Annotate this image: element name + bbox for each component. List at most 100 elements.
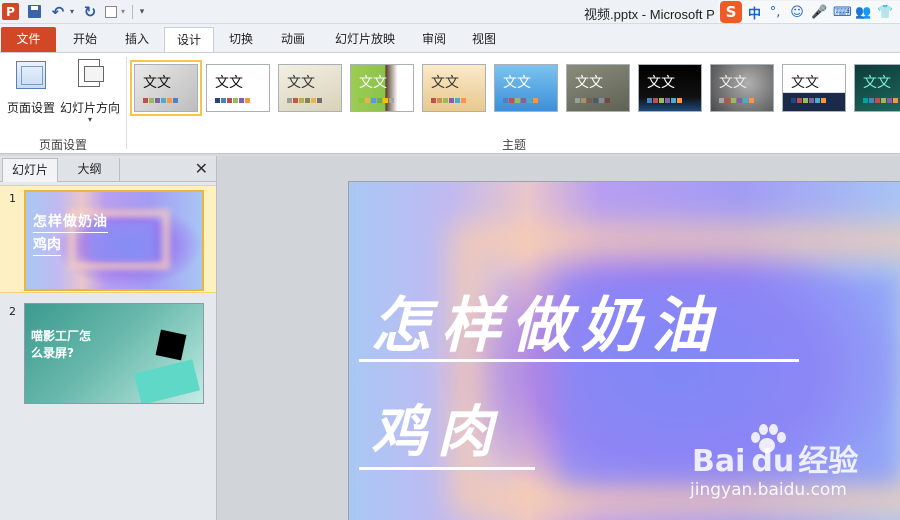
color-swatch <box>293 98 298 103</box>
slide-thumbnail-row[interactable]: 1 怎样做奶油 鸡肉 <box>0 185 216 293</box>
color-swatch <box>671 98 676 103</box>
slide-orientation-label: 幻灯片方向 <box>59 101 120 115</box>
undo-button[interactable]: ↶ <box>50 3 66 21</box>
color-swatch <box>233 98 238 103</box>
color-swatch <box>665 98 670 103</box>
theme-sample-text: 文文 <box>215 75 243 91</box>
save-button[interactable] <box>26 3 42 20</box>
color-swatch <box>581 98 586 103</box>
color-swatch <box>287 98 292 103</box>
slide-orientation-button[interactable]: 幻灯片方向 ▾ <box>58 57 122 127</box>
tab-view[interactable]: 视图 <box>460 27 508 52</box>
customize-quick-access-button[interactable]: ▾ <box>136 3 148 20</box>
color-swatch <box>719 98 724 103</box>
color-swatch <box>587 98 592 103</box>
color-swatch <box>515 98 520 103</box>
color-swatch <box>443 98 448 103</box>
keyboard-icon[interactable]: ⌨ <box>833 5 852 20</box>
page-setup-button[interactable]: 页面设置 <box>2 57 60 127</box>
theme-thumbnail[interactable]: 文文 <box>350 64 414 112</box>
color-swatch <box>725 98 730 103</box>
theme-thumbnail[interactable]: 文文 <box>854 64 900 112</box>
page-setup-label: 页面设置 <box>6 101 55 115</box>
color-swatch <box>227 98 232 103</box>
ime-language-toggle[interactable]: 中 <box>748 3 761 22</box>
theme-thumbnail[interactable]: 文文 <box>638 64 702 112</box>
group-divider <box>126 57 127 149</box>
redo-button[interactable]: ↻ <box>82 3 98 21</box>
close-icon[interactable]: ✕ <box>195 159 208 178</box>
slide-title-line[interactable]: 怎样做奶油 <box>371 277 721 364</box>
tab-outline[interactable]: 大纲 <box>60 158 120 182</box>
theme-sample-text: 文文 <box>143 75 171 91</box>
skin-icon[interactable]: 👕 <box>877 5 893 20</box>
theme-thumbnail[interactable]: 文文 <box>782 64 846 112</box>
theme-color-swatches <box>863 98 898 103</box>
theme-thumbnail[interactable]: 文文 <box>130 60 202 116</box>
sogou-input-icon[interactable]: S <box>720 1 742 23</box>
tab-slide-show[interactable]: 幻灯片放映 <box>322 27 408 52</box>
theme-thumbnail[interactable]: 文文 <box>566 64 630 112</box>
theme-thumbnail[interactable]: 文文 <box>206 64 270 112</box>
tab-review[interactable]: 审阅 <box>412 27 456 52</box>
blank-page-icon <box>105 5 117 18</box>
theme-color-swatches <box>647 98 682 103</box>
color-swatch <box>821 98 826 103</box>
theme-color-swatches <box>575 98 610 103</box>
tab-slides[interactable]: 幻灯片 <box>2 158 58 182</box>
color-swatch <box>659 98 664 103</box>
color-swatch <box>359 98 364 103</box>
tab-design[interactable]: 设计 <box>164 27 214 53</box>
color-swatch <box>887 98 892 103</box>
tab-home[interactable]: 开始 <box>60 27 110 52</box>
ribbon-panel: 页面设置 幻灯片方向 ▾ 页面设置 文文 文文 文文 文文 文文 文文 文文 文文 文文 文文 文文… <box>0 52 900 154</box>
baidu-watermark: Bai du 经验 jingyan.baidu.com <box>688 418 900 504</box>
theme-thumbnail[interactable]: 文文 <box>710 64 774 112</box>
theme-sample-text: 文文 <box>287 75 315 91</box>
slide-thumbnail[interactable]: 喵影工厂怎 么录屏? <box>24 303 204 404</box>
theme-thumbnail[interactable]: 文文 <box>494 64 558 112</box>
user-icon[interactable]: 👥 <box>855 5 871 20</box>
slide-title-line[interactable]: 鸡肉 <box>371 387 503 468</box>
theme-sample-text: 文文 <box>359 75 387 91</box>
tab-animations[interactable]: 动画 <box>268 27 318 52</box>
tab-transitions[interactable]: 切换 <box>218 27 264 52</box>
color-swatch <box>431 98 436 103</box>
slide-thumbnail-row[interactable]: 2 喵影工厂怎 么录屏? <box>0 299 216 407</box>
new-slide-button[interactable] <box>104 3 118 20</box>
color-swatch <box>371 98 376 103</box>
tab-file[interactable]: 文件 <box>1 27 56 52</box>
color-swatch <box>437 98 442 103</box>
color-swatch <box>593 98 598 103</box>
themes-group-label: 主题 <box>501 138 526 152</box>
punctuation-icon[interactable]: °, <box>767 5 783 20</box>
thumbnail-title-line: 么录屏? <box>31 346 74 360</box>
microphone-icon[interactable]: 🎤 <box>811 5 827 20</box>
theme-color-swatches <box>143 98 178 103</box>
color-swatch <box>239 98 244 103</box>
theme-thumbnail[interactable]: 文文 <box>422 64 486 112</box>
emoji-icon[interactable]: ☺ <box>789 5 805 20</box>
color-swatch <box>305 98 310 103</box>
chevron-down-icon: ▾ <box>87 115 92 124</box>
theme-color-swatches <box>503 98 538 103</box>
new-dropdown-arrow-icon[interactable]: ▾ <box>119 3 127 20</box>
color-swatch <box>377 98 382 103</box>
color-swatch <box>245 98 250 103</box>
color-swatch <box>317 98 322 103</box>
color-swatch <box>869 98 874 103</box>
save-icon <box>27 5 41 18</box>
color-swatch <box>749 98 754 103</box>
color-swatch <box>383 98 388 103</box>
theme-thumbnail[interactable]: 文文 <box>278 64 342 112</box>
undo-dropdown-arrow-icon[interactable]: ▾ <box>68 3 76 20</box>
tab-insert[interactable]: 插入 <box>114 27 160 52</box>
theme-color-swatches <box>359 98 394 103</box>
color-swatch <box>461 98 466 103</box>
color-swatch <box>533 98 538 103</box>
color-swatch <box>389 98 394 103</box>
pane-tab-bar: 幻灯片 大纲 ✕ <box>0 156 216 182</box>
slide-thumbnail[interactable]: 怎样做奶油 鸡肉 <box>24 190 204 291</box>
color-swatch <box>365 98 370 103</box>
powerpoint-logo-icon[interactable]: P <box>2 3 19 20</box>
